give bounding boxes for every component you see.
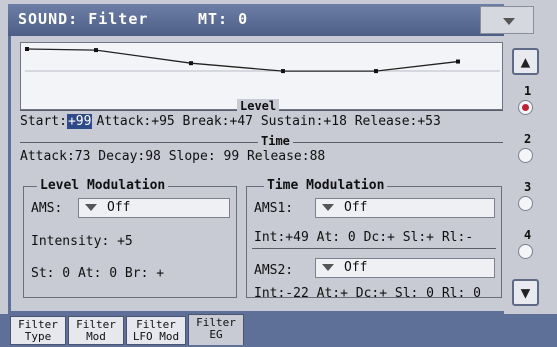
tab-filter-lfo-mod[interactable]: Filter LFO Mod: [126, 316, 186, 345]
ams2-value: Off: [344, 260, 368, 275]
page-1-button[interactable]: [518, 100, 533, 115]
tab-filter-eg[interactable]: Filter EG: [188, 314, 244, 345]
tab-filter-type[interactable]: Filter Type: [10, 316, 66, 345]
envelope-point-3: [189, 61, 193, 66]
start-label: Start:: [20, 114, 67, 129]
scroll-up-button[interactable]: ▲: [512, 48, 539, 75]
tab-label-line2: EG: [209, 328, 223, 341]
tab-label-line2: LFO Mod: [132, 330, 180, 343]
start-value-field[interactable]: +99: [66, 114, 93, 129]
ams1-dropdown[interactable]: Off: [315, 198, 495, 218]
envelope-point-6: [456, 59, 460, 64]
page-sidebar: [507, 36, 551, 314]
envelope-point-2: [94, 48, 98, 53]
page-number-4: 4: [524, 228, 532, 242]
time-modulation-title: Time Modulation: [264, 178, 388, 193]
page-4-button[interactable]: [518, 244, 533, 259]
chevron-down-icon: [85, 204, 97, 211]
chevron-down-icon: [322, 204, 334, 211]
ams2-label: AMS2:: [254, 263, 294, 278]
page-3-button[interactable]: [518, 196, 533, 211]
chevron-down-icon: [322, 264, 334, 271]
page-number-2: 2: [524, 132, 532, 146]
intensity-value[interactable]: Intensity: +5: [31, 234, 133, 249]
level-modulation-title: Level Modulation: [37, 178, 169, 193]
ams2-dropdown[interactable]: Off: [315, 258, 495, 278]
ams1-label: AMS1:: [254, 201, 294, 216]
ams-value: Off: [107, 200, 131, 215]
ams1-value: Off: [344, 200, 368, 215]
ams-dropdown[interactable]: Off: [78, 198, 230, 218]
envelope-line: [26, 48, 459, 72]
tab-label-line2: Mod: [86, 330, 106, 343]
level-mod-params[interactable]: St: 0 At: 0 Br: +: [31, 266, 164, 281]
tab-filter-mod[interactable]: Filter Mod: [68, 316, 124, 345]
page-menu-button[interactable]: [480, 6, 534, 34]
page-2-button[interactable]: [518, 148, 533, 163]
level-section-label: Level: [237, 99, 280, 113]
chevron-down-icon: [503, 18, 515, 25]
time-section-label: Time: [258, 134, 293, 148]
ams-label: AMS:: [31, 201, 63, 216]
ams2-params[interactable]: Int:-22 At:+ Dc:+ Sl: 0 Rl: 0: [254, 286, 481, 301]
page-number-3: 3: [524, 180, 532, 194]
arrow-down-icon: ▼: [520, 283, 531, 302]
time-values-row[interactable]: Attack:73 Decay:98 Slope: 99 Release:88: [20, 149, 325, 164]
ams1-params[interactable]: Int:+49 At: 0 Dc:+ Sl:+ Rl:-: [254, 230, 473, 245]
envelope-point-1: [25, 47, 29, 51]
page-number-1: 1: [524, 84, 532, 98]
scroll-down-button[interactable]: ▼: [512, 279, 539, 306]
envelope-point-4: [281, 69, 285, 74]
envelope-point-5: [374, 69, 378, 74]
arrow-up-icon: ▲: [520, 52, 531, 71]
tab-label-line2: Type: [24, 330, 52, 343]
time-mod-divider: [252, 248, 496, 249]
level-values-row: Start:+99 Attack:+95 Break:+47 Sustain:+1…: [20, 114, 441, 129]
mt-indicator: MT: 0: [198, 10, 249, 28]
page-title: SOUND: Filter: [18, 10, 149, 28]
level-values[interactable]: Attack:+95 Break:+47 Sustain:+18 Release…: [96, 114, 440, 129]
